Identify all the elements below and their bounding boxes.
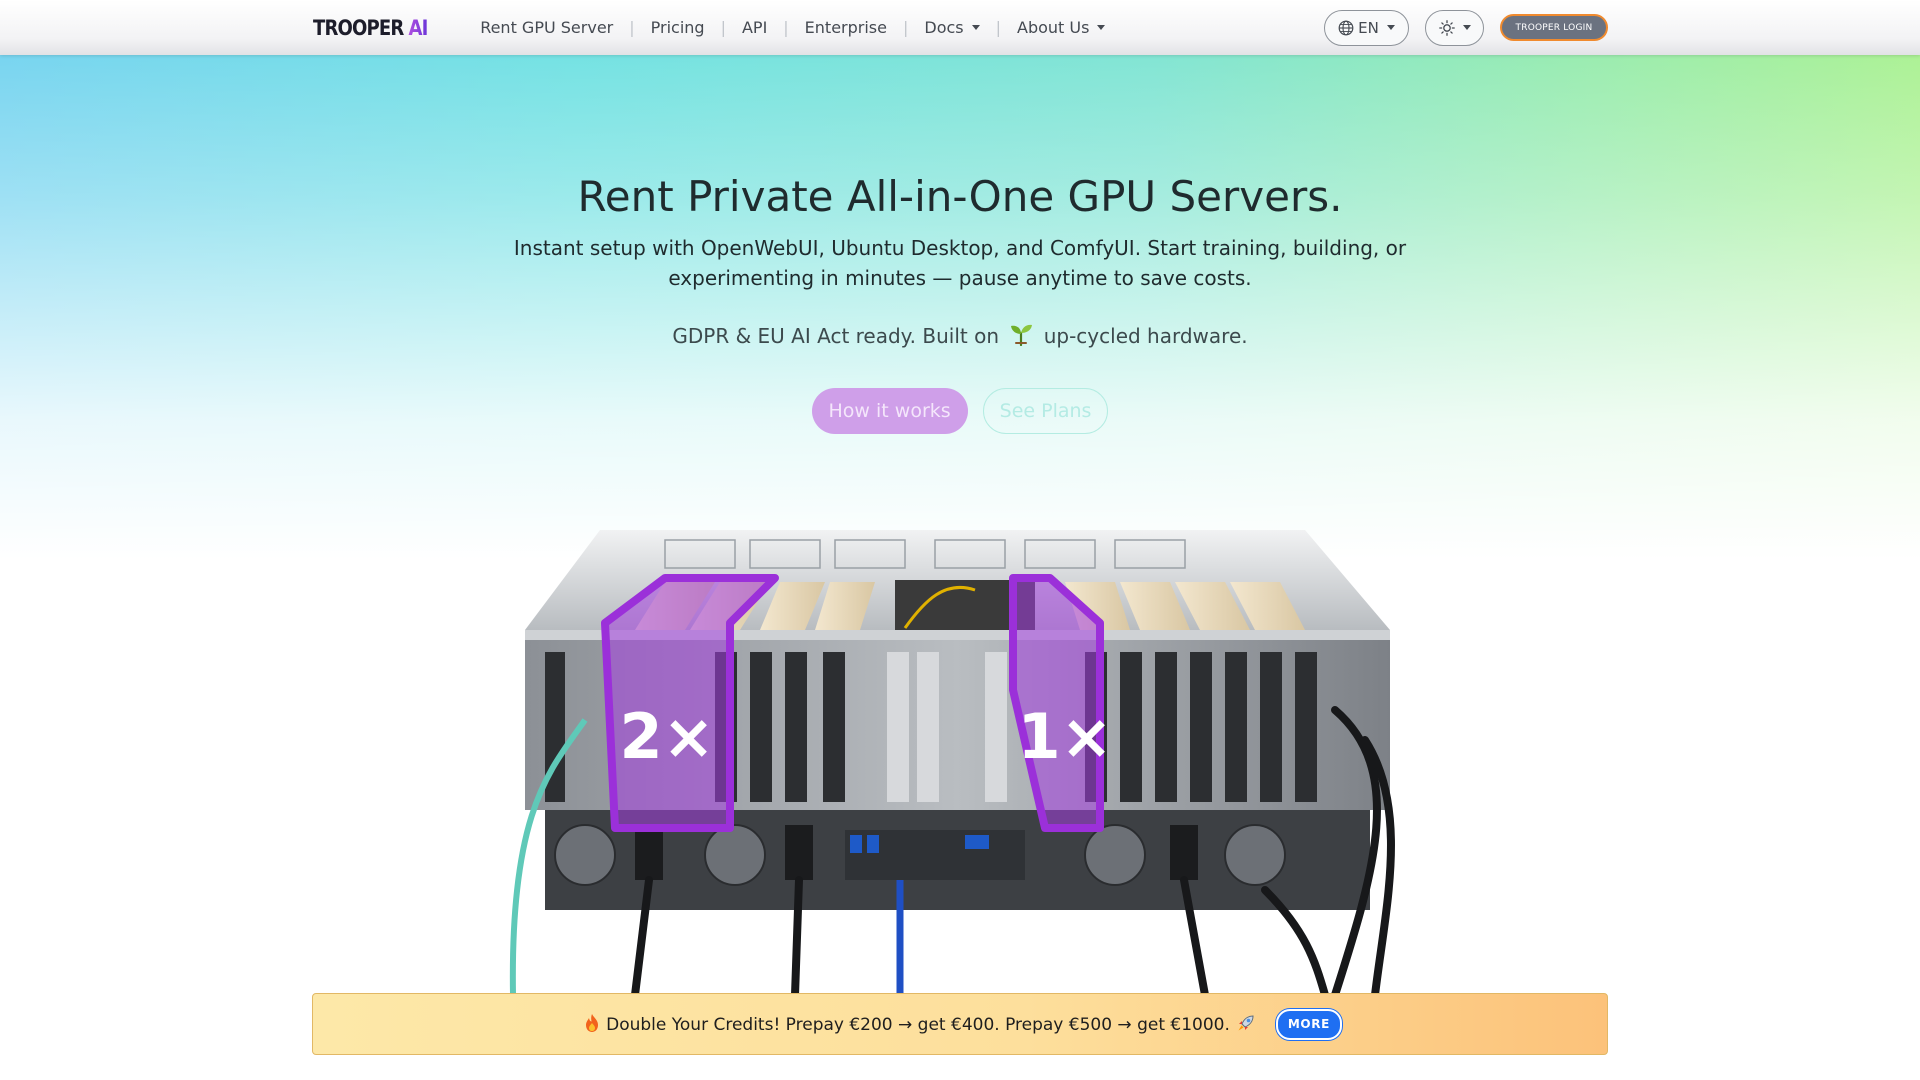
brand-ai: AI xyxy=(408,15,429,40)
nav-link-label: About Us xyxy=(1017,18,1090,37)
chevron-down-icon xyxy=(1097,25,1106,30)
nav-link-label: Enterprise xyxy=(804,18,887,37)
language-label: EN xyxy=(1358,18,1379,37)
nav-dropdown-about-us[interactable]: About Us xyxy=(1001,18,1121,37)
nav-link-pricing[interactable]: Pricing xyxy=(635,18,721,37)
gpu-server-image: 2× 1× xyxy=(505,510,1410,999)
promo-text: Double Your Credits! Prepay €200 → get €… xyxy=(606,1015,1230,1035)
nav-link-label: Pricing xyxy=(650,18,705,37)
cta-row: How it works See Plans xyxy=(0,388,1920,434)
gpu-count-label-left: 2× xyxy=(619,700,714,773)
navbar-container: TROOPER AI Rent GPU Server | Pricing | A… xyxy=(313,0,1608,55)
hero-note-text: GDPR & EU AI Act ready. Built on xyxy=(672,324,999,348)
how-it-works-button[interactable]: How it works xyxy=(811,388,968,434)
nav-dropdown-docs[interactable]: Docs xyxy=(908,18,995,37)
top-navbar: TROOPER AI Rent GPU Server | Pricing | A… xyxy=(0,0,1920,55)
promo-content: Double Your Credits! Prepay €200 → get €… xyxy=(578,1013,1262,1035)
server-illustration: 2× 1× xyxy=(509,530,1395,999)
nav-link-label: Docs xyxy=(924,18,964,37)
gpu-count-label-right: 1× xyxy=(1017,700,1112,773)
sun-icon xyxy=(1438,19,1455,36)
chevron-down-icon xyxy=(1462,25,1471,30)
hero-note-text: up-cycled hardware. xyxy=(1043,324,1248,348)
nav-actions: EN TROOPER LOGIN xyxy=(1324,9,1608,46)
nav-link-api[interactable]: API xyxy=(726,18,783,37)
login-button[interactable]: TROOPER LOGIN xyxy=(1500,14,1608,41)
see-plans-button[interactable]: See Plans xyxy=(982,388,1109,434)
chevron-down-icon xyxy=(1386,25,1395,30)
nav-link-enterprise[interactable]: Enterprise xyxy=(789,18,903,37)
language-select-button[interactable]: EN xyxy=(1324,9,1409,46)
nav-link-rent-gpu-server[interactable]: Rent GPU Server xyxy=(464,18,629,37)
more-button[interactable]: MORE xyxy=(1275,1008,1342,1040)
brand-logo[interactable]: TROOPER AI xyxy=(313,16,428,40)
promo-banner: Double Your Credits! Prepay €200 → get €… xyxy=(312,993,1608,1055)
nav-links: Rent GPU Server | Pricing | API | Enterp… xyxy=(464,18,1121,37)
chevron-down-icon xyxy=(971,25,980,30)
rocket-icon xyxy=(1238,1015,1254,1031)
sprout-icon xyxy=(1011,324,1033,346)
globe-icon xyxy=(1338,20,1354,35)
fire-icon xyxy=(586,1014,599,1032)
nav-link-label: API xyxy=(741,18,768,37)
hero-note: GDPR & EU AI Act ready. Built on up-cycl… xyxy=(0,322,1920,348)
brand-name: TROOPER xyxy=(313,15,404,40)
page-title: Rent Private All-in-One GPU Servers. xyxy=(577,172,1343,221)
theme-toggle-button[interactable] xyxy=(1425,9,1484,46)
nav-link-label: Rent GPU Server xyxy=(480,18,614,37)
hero-subtitle: Instant setup with OpenWebUI, Ubuntu Des… xyxy=(513,236,1407,290)
